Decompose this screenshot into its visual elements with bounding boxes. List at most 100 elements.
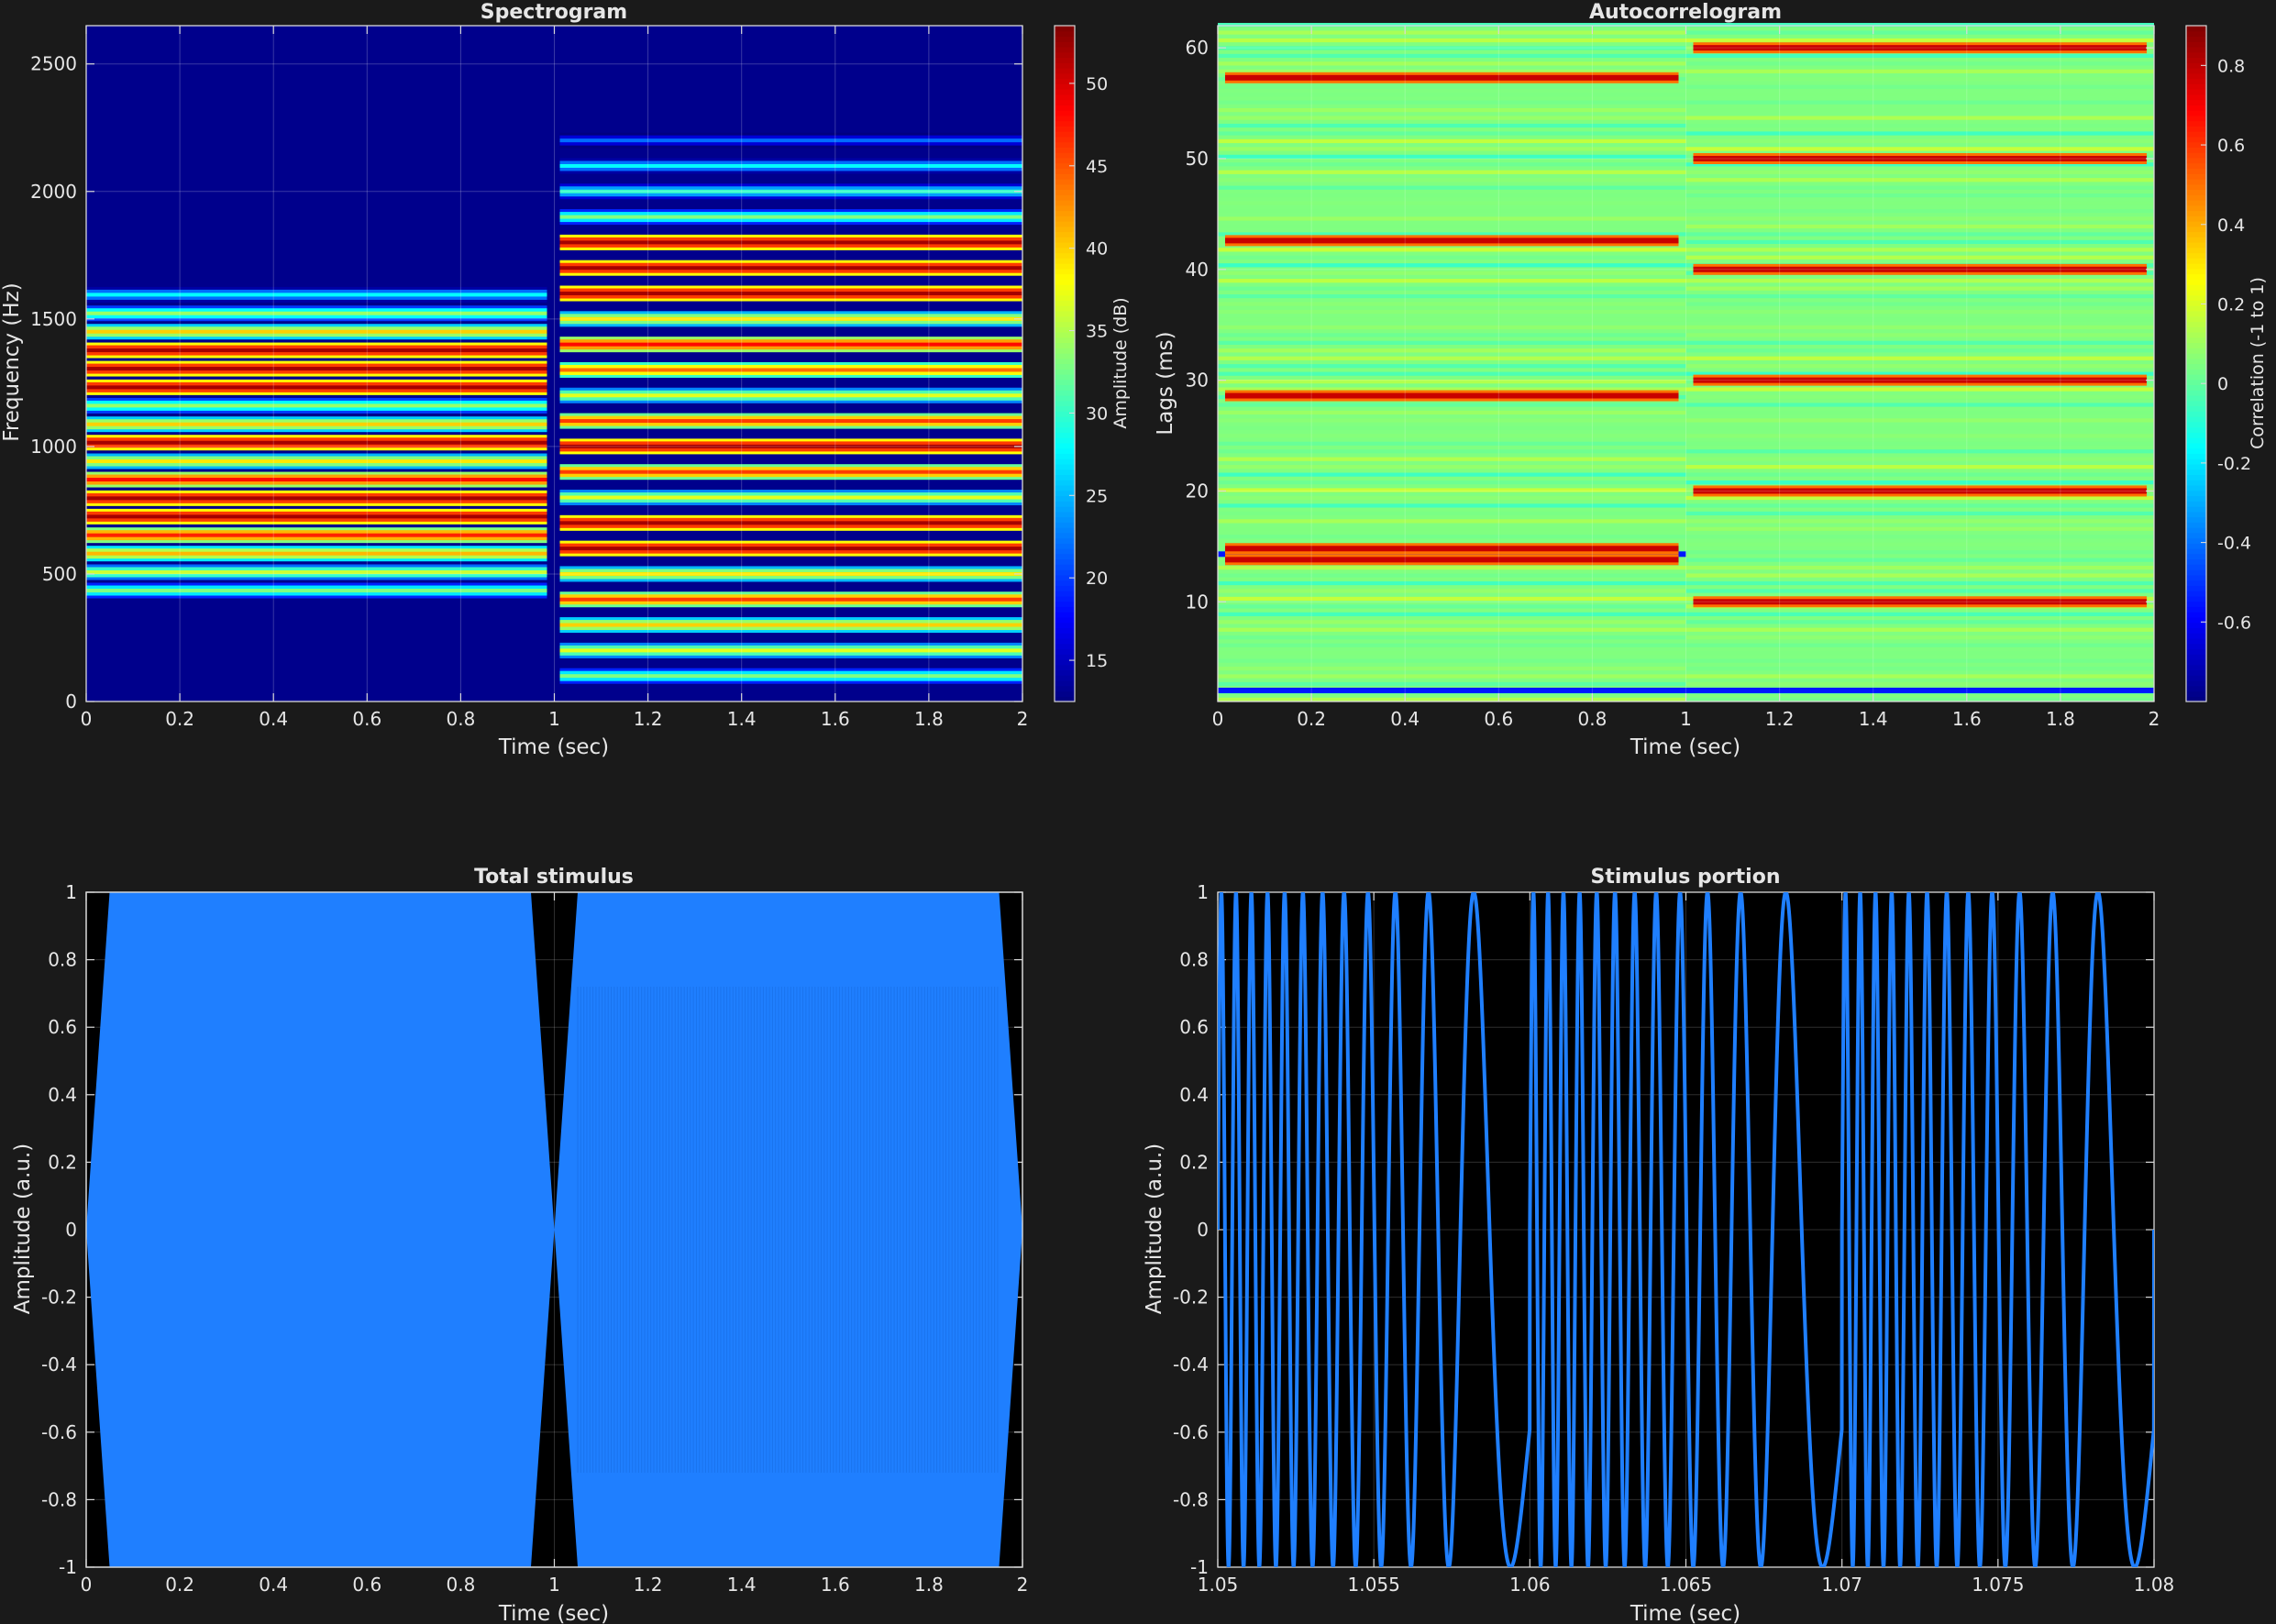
spectrogram-xlabel: Time (sec) [498, 735, 609, 759]
autocorrelogram-colorbar-swatch [2186, 522, 2206, 528]
spectrogram-colorbar-swatch [1055, 637, 1075, 645]
autocorrelogram-texture [1218, 61, 1686, 66]
spectrogram-colorbar-tick-label: 25 [1086, 486, 1108, 506]
autocorrelogram-colorbar-swatch [2186, 273, 2206, 280]
spectrogram-band-core [86, 329, 547, 334]
total-stimulus-title: Total stimulus [474, 866, 634, 889]
autocorrelogram-colorbar-swatch [2186, 595, 2206, 602]
autocorrelogram-texture [1685, 239, 2154, 245]
spectrogram-colorbar-swatch [1055, 136, 1075, 143]
autocorrelogram-texture [1218, 480, 1686, 485]
spectrogram-panel: Spectrogram 0 0.2 0.4 0.6 0.8 1 1.2 1.4 1.6 1.8 20… [0, 1, 1131, 759]
spectrogram-colorbar-swatch [1055, 41, 1075, 48]
spectrogram-colorbar-swatch [1055, 558, 1075, 565]
stimulus-portion-ytick-label: -0.8 [1173, 1488, 1209, 1510]
total-stimulus-ytick-label: -0.8 [41, 1488, 77, 1510]
autocorrelogram-texture [1685, 394, 2154, 400]
autocorrelogram-texture [1218, 53, 1686, 59]
autocorrelogram-colorbar-swatch [2186, 658, 2206, 666]
spectrogram-colorbar-swatch [1055, 591, 1075, 597]
autocorrelogram-colorbar-swatch [2186, 633, 2206, 639]
spectrogram-colorbar-swatch [1055, 204, 1075, 212]
autocorrelogram-peak-band [1225, 238, 1679, 244]
autocorrelogram-xtick-label: 0.2 [1297, 708, 1326, 730]
autocorrelogram-xlabel: Time (sec) [1630, 735, 1740, 759]
autocorrelogram-texture [1685, 620, 2154, 624]
autocorrelogram-colorbar-swatch [2186, 152, 2206, 159]
spectrogram-colorbar-tick-label: 20 [1086, 569, 1108, 589]
total-stimulus-xlabel: Time (sec) [498, 1602, 609, 1624]
spectrogram-colorbar-swatch [1055, 242, 1075, 249]
autocorrelogram-texture [1218, 519, 1686, 524]
autocorrelogram-texture [1685, 457, 2154, 461]
autocorrelogram-colorbar-swatch [2186, 685, 2206, 692]
spectrogram-band-core [86, 422, 547, 426]
stimulus-portion-ytick-label: -1 [1190, 1556, 1209, 1578]
autocorrelogram-texture [1685, 69, 2154, 73]
autocorrelogram-texture [1685, 472, 2154, 477]
autocorrelogram-texture [1218, 279, 1686, 283]
autocorrelogram-colorbar-swatch [2186, 437, 2206, 444]
spectrogram-band-core [559, 547, 1022, 551]
autocorrelogram-colorbar-swatch [2186, 115, 2206, 122]
spectrogram-colorbar-swatch [1055, 458, 1075, 465]
autocorrelogram-colorbar-swatch [2186, 532, 2206, 539]
autocorrelogram-texture [1218, 302, 1686, 306]
autocorrelogram-colorbar-swatch [2186, 300, 2206, 306]
autocorrelogram-texture [1685, 131, 2154, 136]
autocorrelogram-texture [1218, 154, 1686, 159]
autocorrelogram-colorbar-swatch [2186, 68, 2206, 74]
autocorrelogram-xtick-label: 0.8 [1577, 708, 1607, 730]
spectrogram-xtick-label: 1.2 [634, 708, 663, 730]
spectrogram-xtick-label: 1.6 [821, 708, 850, 730]
autocorrelogram-texture [1685, 612, 2154, 616]
spectrogram-colorbar-swatch [1055, 511, 1075, 518]
spectrogram-colorbar-swatch [1055, 369, 1075, 375]
autocorrelogram-colorbar-swatch [2186, 501, 2206, 507]
spectrogram-colorbar-swatch [1055, 173, 1075, 180]
spectrogram-band-core [86, 514, 547, 519]
autocorrelogram-ytick-label: 50 [1186, 148, 1209, 170]
spectrogram-colorbar-swatch [1055, 237, 1075, 243]
autocorrelogram-texture [1685, 232, 2154, 237]
autocorrelogram-colorbar-swatch [2186, 200, 2206, 206]
spectrogram-band-core [559, 393, 1022, 398]
autocorrelogram-texture [1685, 580, 2154, 586]
spectrogram-band-core [559, 597, 1022, 602]
spectrogram-colorbar-swatch [1055, 643, 1075, 650]
autocorrelogram-texture [1685, 434, 2154, 438]
autocorrelogram-texture [1218, 30, 1686, 35]
spectrogram-colorbar-swatch [1055, 505, 1075, 513]
autocorrelogram-colorbar-swatch [2186, 78, 2206, 84]
autocorrelogram-colorbar-swatch [2186, 36, 2206, 42]
autocorrelogram-texture [1218, 224, 1686, 229]
spectrogram-band-core [86, 311, 547, 315]
stimulus-portion-xtick-label: 1.08 [2134, 1574, 2175, 1596]
spectrogram-colorbar-swatch [1055, 252, 1075, 259]
spectrogram-colorbar-swatch [1055, 268, 1075, 275]
autocorrelogram-texture [1218, 208, 1686, 214]
stimulus-portion-xlabel: Time (sec) [1630, 1602, 1740, 1624]
spectrogram-colorbar-swatch [1055, 273, 1075, 280]
spectrogram-colorbar-swatch [1055, 279, 1075, 285]
autocorrelogram-colorbar-swatch [2186, 99, 2206, 105]
autocorrelogram-texture [1218, 511, 1686, 516]
autocorrelogram-texture [1685, 185, 2154, 190]
autocorrelogram-texture [1685, 480, 2154, 485]
spectrogram-band-core [86, 385, 547, 390]
total-stimulus-ytick-label: -0.2 [41, 1287, 77, 1309]
autocorrelogram-colorbar-swatch [2186, 505, 2206, 513]
autocorrelogram-colorbar-swatch [2186, 395, 2206, 402]
autocorrelogram-colorbar-swatch [2186, 526, 2206, 534]
spectrogram-colorbar-swatch [1055, 294, 1075, 302]
autocorrelogram-ytick-label: 30 [1186, 370, 1209, 392]
spectrogram-colorbar-swatch [1055, 532, 1075, 539]
autocorrelogram-colorbar-swatch [2186, 326, 2206, 333]
total-stimulus-xtick-label: 0.2 [165, 1574, 194, 1596]
autocorrelogram-colorbar-swatch [2186, 204, 2206, 212]
spectrogram-colorbar-swatch [1055, 57, 1075, 63]
total-stimulus-ytick-label: 1 [65, 881, 77, 903]
spectrogram-colorbar-swatch [1055, 26, 1075, 32]
autocorrelogram-texture [1685, 293, 2154, 299]
spectrogram-colorbar-swatch [1055, 89, 1075, 95]
